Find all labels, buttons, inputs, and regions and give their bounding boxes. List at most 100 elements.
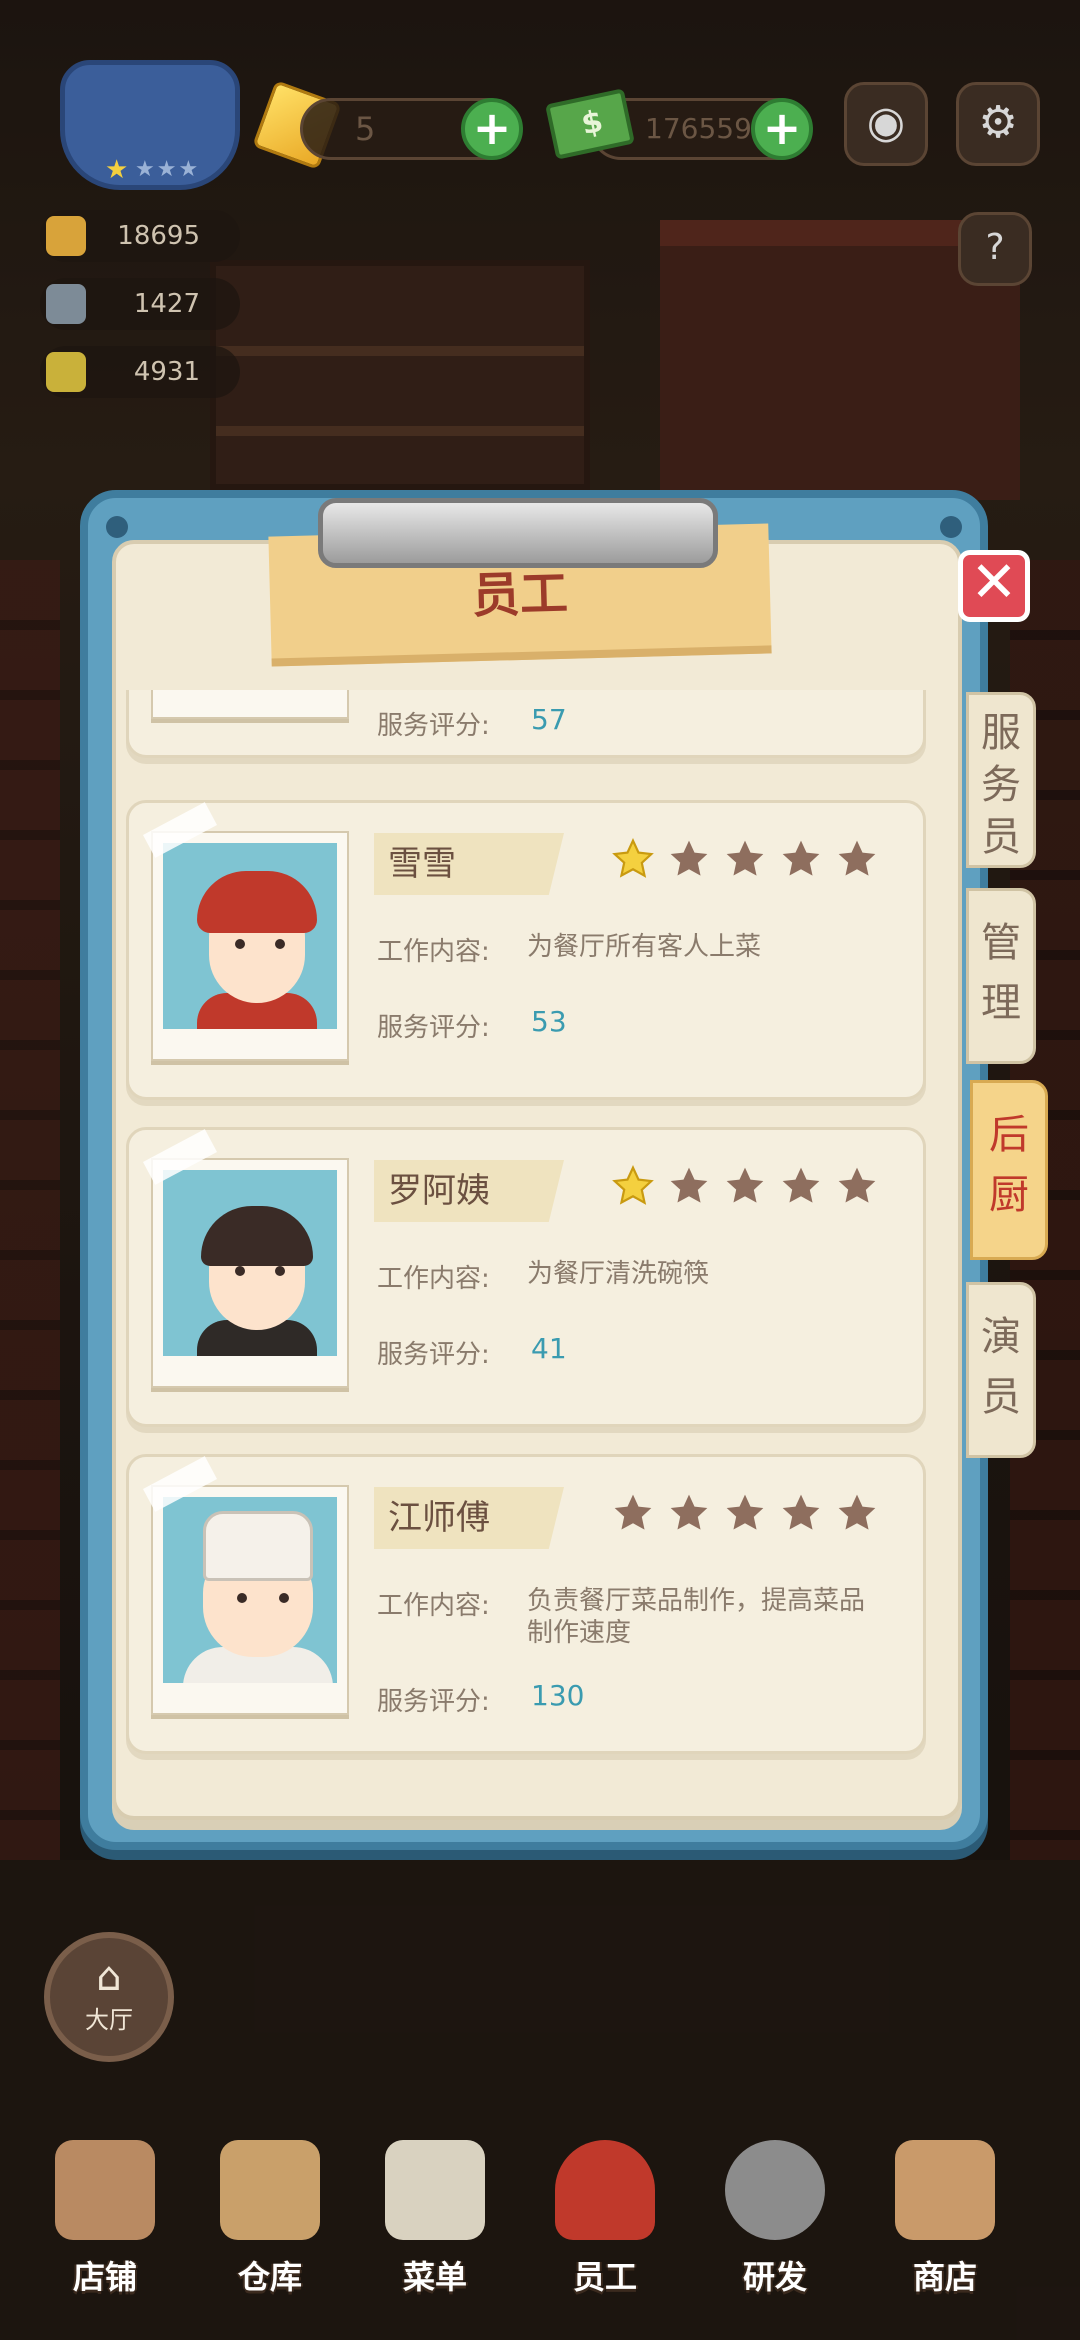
rivet-icon	[106, 516, 128, 538]
staff-name: 雪雪	[374, 833, 564, 895]
star-empty-icon	[779, 837, 823, 881]
lobby-label: 大厅	[85, 2006, 133, 2034]
portrait-eye	[235, 1266, 245, 1276]
portrait-eye	[279, 1593, 289, 1603]
nav-menu[interactable]: 菜单	[360, 2140, 510, 2320]
work-label: 工作内容:	[377, 1264, 490, 1294]
star-empty-icon	[667, 1491, 711, 1535]
staff-card[interactable]: 雪雪 工作内容: 为餐厅所有客人上菜 服务评分: 53	[126, 800, 926, 1100]
restaurant-level-badge[interactable]: ★ ★★★	[60, 60, 240, 190]
settings-button[interactable]: ⚙	[956, 82, 1040, 166]
nav-shop-label: 店铺	[72, 2258, 137, 2296]
cloche-icon	[46, 284, 86, 324]
top-hud: ★ ★★★ 5 + 1765590 + ◉ ⚙ 18695 1427 4931 …	[0, 0, 1080, 398]
staff-photo	[151, 1485, 349, 1715]
tab-management-label: 管理	[981, 920, 1021, 1026]
star-filled-icon	[611, 837, 655, 881]
nav-staff[interactable]: 员工	[530, 2140, 680, 2320]
star-empty-icon	[667, 837, 711, 881]
tab-management[interactable]: 管理	[966, 888, 1036, 1064]
staff-icon	[555, 2140, 655, 2240]
level-stars-icon: ★★★	[135, 157, 201, 182]
score-value: 41	[531, 1332, 567, 1365]
help-book-button[interactable]: ?	[958, 212, 1032, 286]
staff-list[interactable]: 服务评分: 57 雪雪 工作内容: 为餐厅所有客人上菜 服务评分: 53 罗阿姨…	[126, 690, 936, 1780]
stat-cloche-value: 1427	[133, 289, 200, 319]
warehouse-icon	[220, 2140, 320, 2240]
star-icon: ★	[105, 155, 129, 185]
staff-photo	[151, 690, 349, 719]
help-book-icon: ?	[985, 227, 1005, 268]
rivet-icon	[940, 516, 962, 538]
bowl-icon	[46, 216, 86, 256]
camera-button[interactable]: ◉	[844, 82, 928, 166]
nav-staff-label: 员工	[572, 2258, 637, 2296]
nav-research[interactable]: 研发	[700, 2140, 850, 2320]
portrait-eye	[275, 939, 285, 949]
bottom-nav: 店铺 仓库 菜单 员工 研发 商店	[0, 2120, 1080, 2340]
lobby-button[interactable]: ⌂ 大厅	[44, 1932, 174, 2062]
star-empty-icon	[779, 1164, 823, 1208]
score-label: 服务评分:	[377, 1340, 490, 1370]
staff-photo	[151, 1158, 349, 1388]
score-label: 服务评分:	[377, 1013, 490, 1043]
stat-tickets-value: 4931	[133, 357, 200, 387]
tab-actor[interactable]: 演员	[966, 1282, 1036, 1458]
staff-name: 罗阿姨	[374, 1160, 564, 1222]
nav-warehouse[interactable]: 仓库	[195, 2140, 345, 2320]
score-value: 57	[531, 703, 567, 736]
nav-store-label: 商店	[912, 2258, 977, 2296]
star-empty-icon	[835, 1491, 879, 1535]
staff-portrait	[163, 1170, 337, 1356]
portrait-hat	[197, 871, 317, 933]
star-empty-icon	[723, 1164, 767, 1208]
shop-icon	[55, 2140, 155, 2240]
tab-waiter[interactable]: 服务员	[966, 692, 1036, 868]
star-rating	[611, 1164, 891, 1212]
star-empty-icon	[723, 837, 767, 881]
add-cash-button[interactable]: +	[751, 98, 813, 160]
stat-bowls-value: 18695	[117, 221, 200, 251]
score-value: 53	[531, 1005, 567, 1038]
staff-name: 江师傅	[374, 1487, 564, 1549]
staff-photo	[151, 831, 349, 1061]
star-empty-icon	[835, 1164, 879, 1208]
camera-icon: ◉	[866, 97, 906, 148]
star-empty-icon	[779, 1491, 823, 1535]
star-empty-icon	[667, 1164, 711, 1208]
star-empty-icon	[723, 1491, 767, 1535]
nav-store[interactable]: 商店	[870, 2140, 1020, 2320]
store-icon	[895, 2140, 995, 2240]
clipboard-clip-icon	[318, 498, 718, 568]
gem-count: 5	[355, 110, 376, 148]
tab-kitchen-label: 后厨	[989, 1112, 1029, 1218]
staff-portrait	[163, 843, 337, 1029]
nav-research-label: 研发	[742, 2258, 807, 2296]
portrait-eye	[275, 1266, 285, 1276]
staff-card[interactable]: 服务评分: 57	[126, 690, 926, 758]
work-label: 工作内容:	[377, 1591, 490, 1621]
staff-card[interactable]: 罗阿姨 工作内容: 为餐厅清洗碗筷 服务评分: 41	[126, 1127, 926, 1427]
star-empty-icon	[611, 1491, 655, 1535]
staff-portrait	[163, 1497, 337, 1683]
nav-menu-label: 菜单	[402, 2258, 467, 2296]
menu-icon	[385, 2140, 485, 2240]
wok-icon	[725, 2140, 825, 2240]
portrait-hair	[201, 1206, 313, 1266]
add-gems-button[interactable]: +	[461, 98, 523, 160]
star-rating	[611, 837, 891, 885]
staff-card[interactable]: 江师傅 工作内容: 负责餐厅菜品制作，提高菜品制作速度 服务评分: 130	[126, 1454, 926, 1754]
stat-tickets: 4931	[40, 346, 240, 398]
work-text: 为餐厅清洗碗筷	[527, 1259, 710, 1289]
work-label: 工作内容:	[377, 937, 490, 967]
nav-warehouse-label: 仓库	[237, 2258, 302, 2296]
close-button[interactable]: ✕	[958, 550, 1030, 622]
star-filled-icon	[611, 1164, 655, 1208]
score-label: 服务评分:	[377, 711, 490, 741]
portrait-eye	[235, 939, 245, 949]
tab-kitchen[interactable]: 后厨	[970, 1080, 1048, 1260]
nav-shop[interactable]: 店铺	[30, 2140, 180, 2320]
star-rating	[611, 1491, 891, 1539]
gear-icon: ⚙	[978, 97, 1018, 148]
tab-actor-label: 演员	[981, 1314, 1021, 1420]
